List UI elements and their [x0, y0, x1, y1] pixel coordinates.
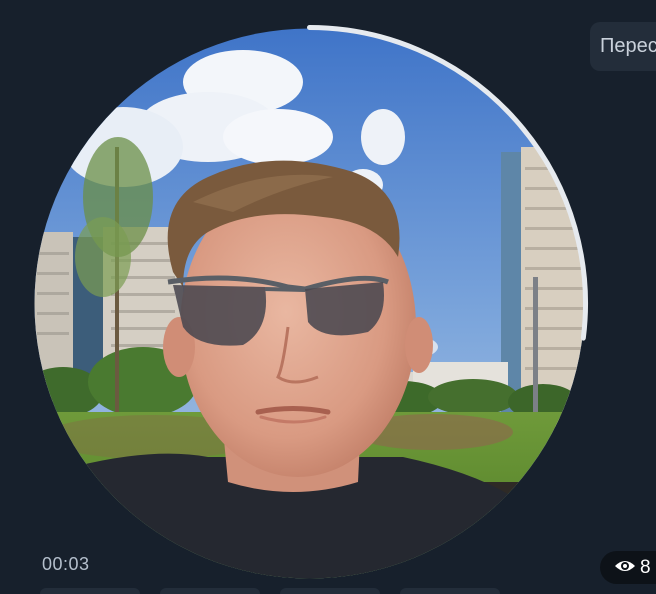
reaction-chip[interactable] [280, 588, 380, 594]
eye-icon [615, 560, 635, 571]
round-video-message[interactable] [33, 25, 588, 580]
view-count: 8 [640, 557, 651, 578]
forward-button[interactable]: Переслать [590, 22, 656, 71]
reaction-chip[interactable] [40, 588, 140, 594]
reaction-chip[interactable] [160, 588, 260, 594]
video-frame [34, 28, 585, 579]
chat-background: Переслать 00:03 8 [0, 0, 656, 594]
video-thumbnail[interactable] [33, 25, 588, 580]
view-count-badge: 8 [600, 551, 656, 584]
video-duration: 00:03 [42, 554, 90, 574]
reaction-chip[interactable] [400, 588, 500, 594]
reaction-row [40, 588, 600, 594]
forward-button-label: Переслать [600, 35, 656, 57]
